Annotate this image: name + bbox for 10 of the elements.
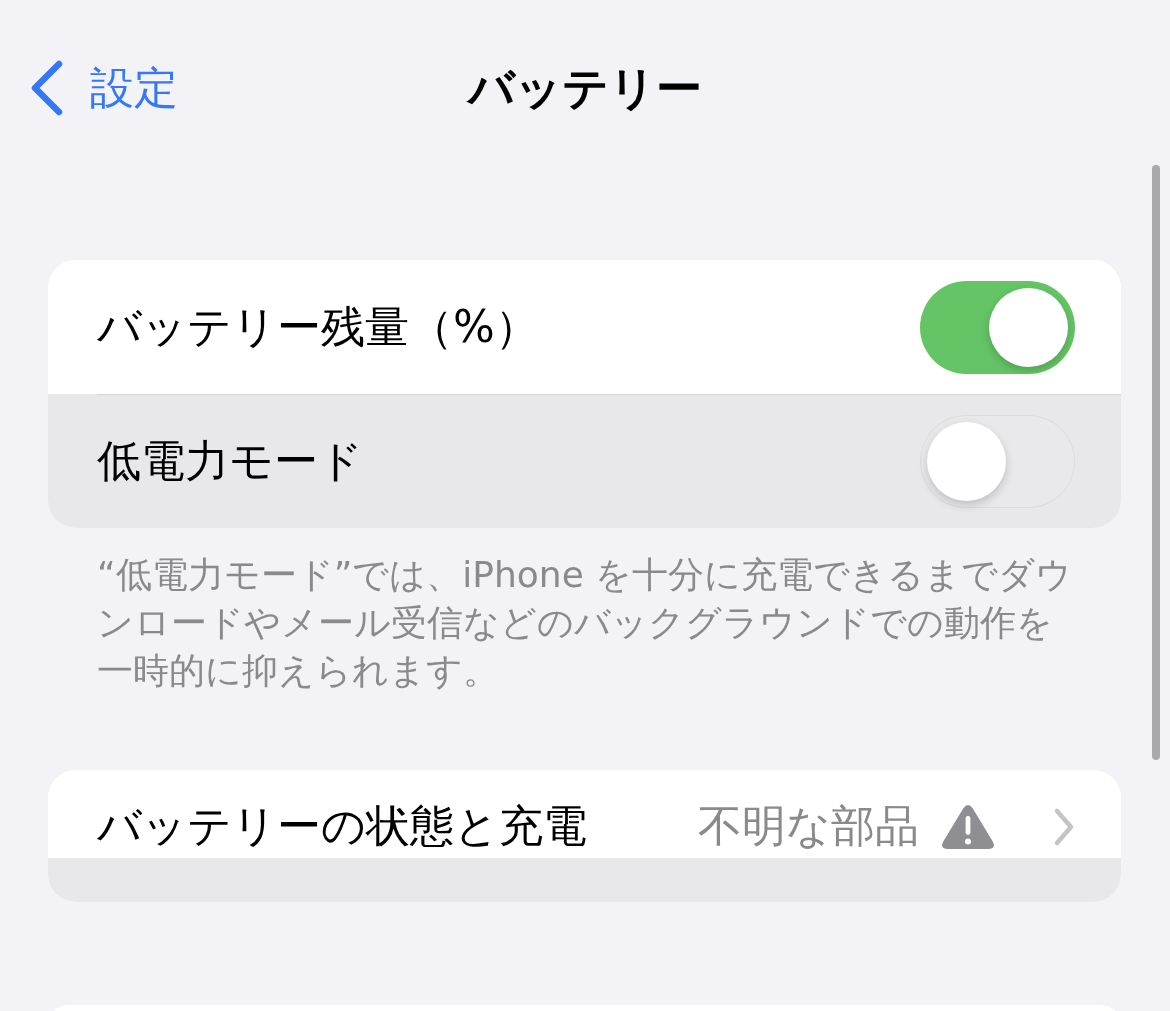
row-label: 低電力モード xyxy=(97,434,364,488)
row-label: バッテリー残量（%） xyxy=(97,300,540,354)
chevron-right-icon xyxy=(1053,807,1075,847)
row-value: 不明な部品 xyxy=(698,799,919,853)
chevron-left-icon xyxy=(30,60,64,116)
back-button[interactable]: 設定 xyxy=(26,58,182,118)
footer-note: “低電力モード”では、iPhone を十分に充電できるまでダウンロードやメール受信などのバックグラウンドでの動作を一時的に抑えられます。 xyxy=(97,553,1074,693)
page-title: バッテリー xyxy=(468,60,702,117)
settings-row[interactable]: 低電力モード xyxy=(48,394,1121,528)
row-label: バッテリーの状態と充電 xyxy=(97,799,588,853)
